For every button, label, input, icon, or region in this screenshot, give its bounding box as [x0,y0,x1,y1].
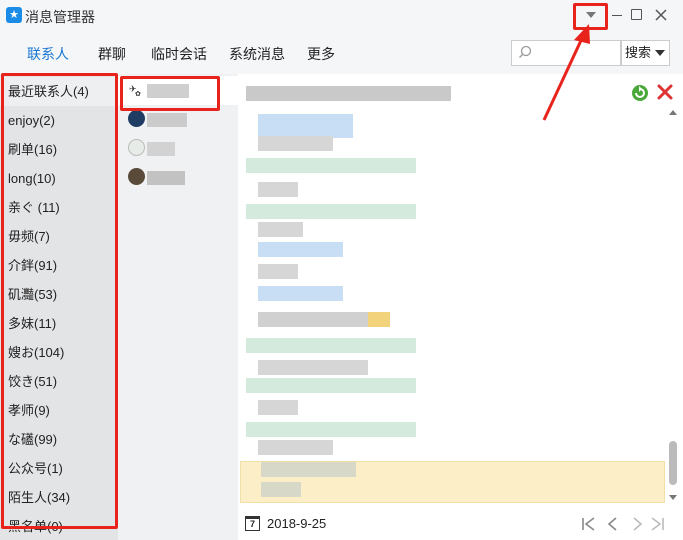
message-blur [258,264,298,279]
date-label: 2018-9-25 [267,516,327,531]
contact-name [147,171,185,185]
close-icon [655,9,667,21]
prev-page-icon[interactable] [604,515,622,533]
message-blur [258,360,368,375]
calendar-icon[interactable]: 7 [245,516,260,531]
message-blur [246,338,416,353]
tab-temp-sessions[interactable]: 临时会话 [151,44,207,64]
selected-message[interactable] [240,461,665,503]
message-blur [258,440,333,455]
tab-contacts[interactable]: 联系人 [27,44,69,64]
message-blur [261,462,356,477]
avatar [128,139,145,156]
contact-name [147,113,187,127]
tab-groups[interactable]: 群聊 [98,44,126,64]
minimize-icon [612,15,622,16]
message-blur [258,286,343,301]
message-blur [258,182,298,197]
calendar-icon-glyph: 7 [249,519,255,529]
annotation-box-categories [1,73,118,529]
footer-bar: 7 2018-9-25 [238,507,683,540]
message-blur [246,86,451,101]
last-page-icon[interactable] [648,515,666,533]
maximize-icon [630,9,642,20]
app-logo-icon: ★ [6,7,22,23]
search-button-label: 搜索 [625,45,652,60]
annotation-arrow [542,24,590,121]
message-blur [258,312,368,327]
message-blur [258,222,303,237]
message-blur [258,242,343,257]
avatar [128,168,145,185]
window-title: 消息管理器 [25,9,95,25]
delete-icon[interactable] [656,83,674,101]
first-page-icon[interactable] [580,515,598,533]
chevron-down-icon [655,50,665,56]
message-blur [261,482,301,497]
message-blur [258,114,353,138]
message-blur [246,204,416,219]
maximize-button[interactable] [625,4,647,26]
tab-more[interactable]: 更多 [307,44,335,64]
contact-item[interactable] [118,134,238,163]
scroll-up-icon[interactable] [669,110,677,115]
contact-name [147,142,175,156]
search-button[interactable]: 搜索 [621,40,670,66]
scrollbar[interactable] [666,107,680,505]
message-blur [246,158,416,173]
message-blur [368,312,390,327]
contact-item[interactable] [118,163,238,192]
contact-list: ✈ ✿ [118,74,238,540]
next-page-icon[interactable] [628,515,646,533]
refresh-icon[interactable] [630,83,650,103]
message-blur [246,422,416,437]
annotation-box-contact [120,76,220,111]
message-blur [246,378,416,393]
message-blur [258,136,333,151]
scroll-thumb[interactable] [669,441,677,485]
message-blur [258,400,298,415]
close-button[interactable] [650,4,672,26]
tab-system-messages[interactable]: 系统消息 [229,44,285,64]
scroll-down-icon[interactable] [669,495,677,500]
avatar [128,110,145,127]
search-icon [519,45,532,58]
